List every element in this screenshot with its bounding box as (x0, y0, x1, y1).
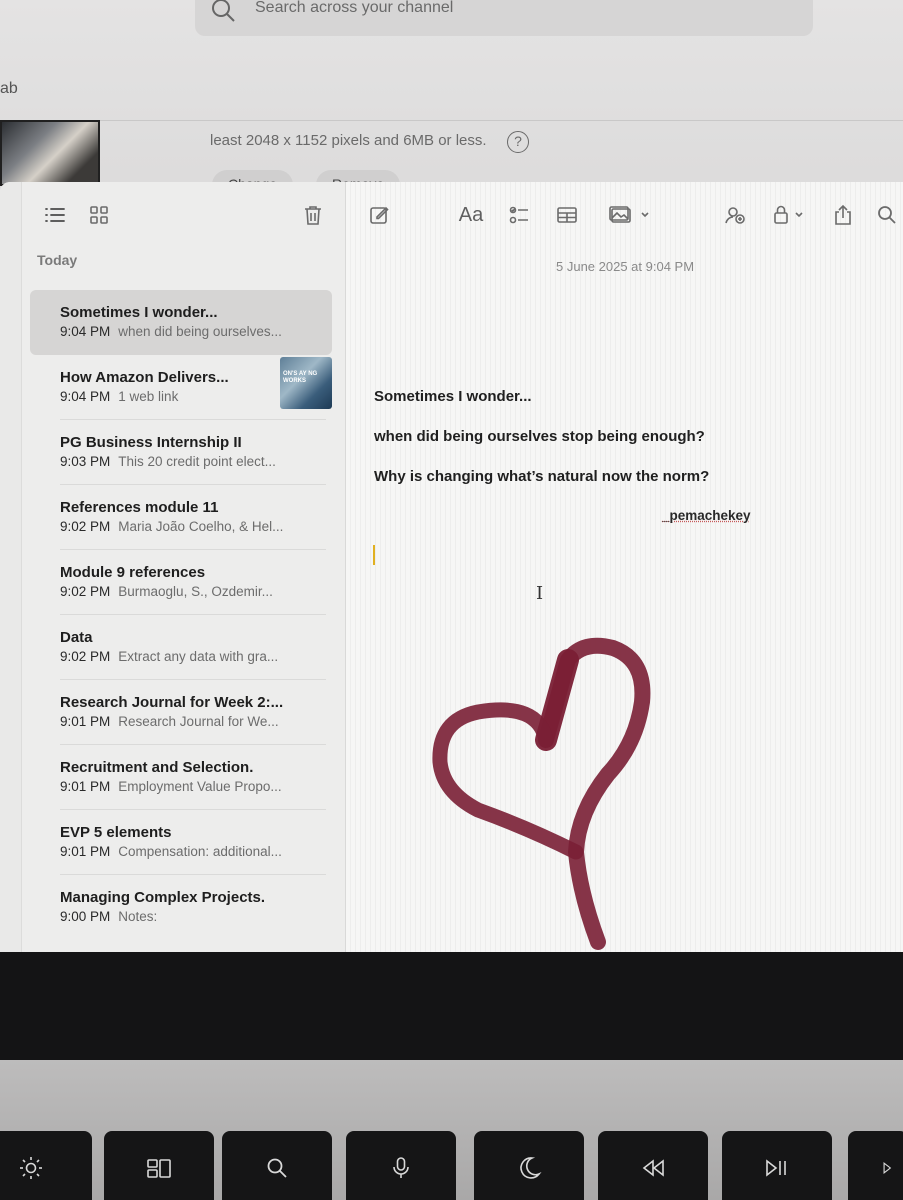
note-preview: Research Journal for We... (118, 714, 278, 729)
search-icon[interactable] (874, 202, 900, 228)
brightness-key[interactable] (0, 1131, 92, 1200)
play-pause-key[interactable] (722, 1131, 832, 1200)
note-preview: Employment Value Propo... (118, 779, 281, 794)
note-list-item[interactable]: Recruitment and Selection. 9:01 PM Employ… (30, 745, 332, 810)
rewind-key[interactable] (598, 1131, 708, 1200)
brightness-icon (18, 1155, 44, 1181)
dictation-icon (388, 1155, 414, 1181)
web-link-thumbnail: ON'S AY NG WORKS (280, 357, 332, 409)
background-divider (0, 120, 903, 121)
spotlight-key[interactable] (222, 1131, 332, 1200)
note-editor[interactable]: Aa 5 June 2025 at 9:04 PM Sometimes I wo… (346, 182, 903, 952)
channel-search-placeholder: Search across your channel (255, 0, 453, 17)
note-time: 9:03 PM (60, 454, 110, 469)
note-list-item[interactable]: References module 11 9:02 PM Maria João C… (30, 485, 332, 550)
note-preview: 1 web link (118, 389, 178, 404)
note-title: Research Journal for Week 2:... (60, 694, 302, 711)
search-icon (209, 0, 239, 26)
note-list-item[interactable]: Research Journal for Week 2:... 9:01 PM R… (30, 680, 332, 745)
rewind-icon (640, 1155, 666, 1181)
note-preview: This 20 credit point elect... (118, 454, 276, 469)
note-title: How Amazon Delivers... (60, 369, 302, 386)
note-timestamp: 5 June 2025 at 9:04 PM (556, 259, 694, 274)
note-preview: when did being ourselves... (118, 324, 282, 339)
note-preview: Burmaoglu, S., Ozdemir... (118, 584, 273, 599)
channel-avatar (0, 120, 100, 186)
note-list-item[interactable]: Sometimes I wonder... 9:04 PM when did be… (30, 290, 332, 355)
note-list-item[interactable]: How Amazon Delivers... 9:04 PM 1 web link… (30, 355, 332, 420)
note-preview: Notes: (118, 909, 157, 924)
mission-control-key[interactable] (104, 1131, 214, 1200)
image-size-hint: least 2048 x 1152 pixels and 6MB or less… (210, 132, 487, 149)
notes-list-pane: Today Sometimes I wonder... 9:04 PM when … (22, 182, 346, 952)
note-time: 9:01 PM (60, 714, 110, 729)
table-icon[interactable] (554, 202, 580, 228)
note-title: EVP 5 elements (60, 824, 302, 841)
notes-window: Today Sometimes I wonder... 9:04 PM when … (0, 182, 903, 952)
trash-icon[interactable] (300, 202, 326, 228)
background-tab-label: ab (0, 80, 18, 98)
note-list-item[interactable]: Managing Complex Projects. 9:00 PM Notes: (30, 875, 332, 940)
screen-bezel (0, 952, 903, 1060)
section-header-today: Today (37, 252, 77, 268)
fast-forward-key[interactable] (848, 1131, 903, 1200)
thumbnail-text: ON'S AY NG WORKS (283, 371, 332, 385)
compose-icon[interactable] (366, 202, 392, 228)
background-page: Search across your channel ab least 2048… (0, 0, 903, 200)
collaborate-icon[interactable] (722, 202, 748, 228)
note-time: 9:01 PM (60, 779, 110, 794)
note-title: Module 9 references (60, 564, 302, 581)
checklist-icon[interactable] (506, 202, 532, 228)
lock-icon[interactable] (770, 202, 810, 228)
dictation-key[interactable] (346, 1131, 456, 1200)
note-preview: Extract any data with gra... (118, 649, 278, 664)
note-title: PG Business Internship II (60, 434, 302, 451)
note-list-item[interactable]: Data 9:02 PM Extract any data with gra... (30, 615, 332, 680)
note-time: 9:00 PM (60, 909, 110, 924)
note-time: 9:01 PM (60, 844, 110, 859)
note-list: Sometimes I wonder... 9:04 PM when did be… (30, 290, 332, 940)
note-preview: Maria João Coelho, & Hel... (118, 519, 283, 534)
channel-search-bar[interactable]: Search across your channel (195, 0, 813, 36)
note-time: 9:04 PM (60, 389, 110, 404)
note-time: 9:02 PM (60, 649, 110, 664)
play-pause-icon (764, 1155, 790, 1181)
note-time: 9:04 PM (60, 324, 110, 339)
note-body-line: when did being ourselves stop being enou… (374, 428, 705, 445)
note-signature: _pemachekey (662, 508, 751, 523)
note-time: 9:02 PM (60, 519, 110, 534)
note-body-line: Why is changing what’s natural now the n… (374, 468, 709, 485)
format-text-button[interactable]: Aa (456, 202, 486, 228)
do-not-disturb-icon (516, 1155, 542, 1181)
note-title: Managing Complex Projects. (60, 889, 302, 906)
note-preview: Compensation: additional... (118, 844, 282, 859)
folders-sidebar-edge (0, 182, 22, 952)
note-title: References module 11 (60, 499, 302, 516)
note-list-item[interactable]: EVP 5 elements 9:01 PM Compensation: addi… (30, 810, 332, 875)
text-insertion-cursor (373, 545, 375, 565)
note-list-item[interactable]: PG Business Internship II 9:03 PM This 20… (30, 420, 332, 485)
list-view-icon[interactable] (42, 202, 68, 228)
note-time: 9:02 PM (60, 584, 110, 599)
note-title: Recruitment and Selection. (60, 759, 302, 776)
note-list-item[interactable]: Module 9 references 9:02 PM Burmaoglu, S.… (30, 550, 332, 615)
note-title: Data (60, 629, 302, 646)
fast-forward-icon (882, 1155, 900, 1181)
note-title: Sometimes I wonder... (60, 304, 302, 321)
gallery-view-icon[interactable] (86, 202, 112, 228)
heart-drawing (418, 632, 678, 952)
spotlight-icon (264, 1155, 290, 1181)
help-icon[interactable]: ? (507, 131, 529, 153)
share-icon[interactable] (830, 202, 856, 228)
note-heading: Sometimes I wonder... (374, 388, 532, 405)
do-not-disturb-key[interactable] (474, 1131, 584, 1200)
ibeam-pointer-icon: I (536, 583, 543, 604)
media-icon[interactable] (608, 202, 652, 228)
mission-control-icon (146, 1155, 172, 1181)
